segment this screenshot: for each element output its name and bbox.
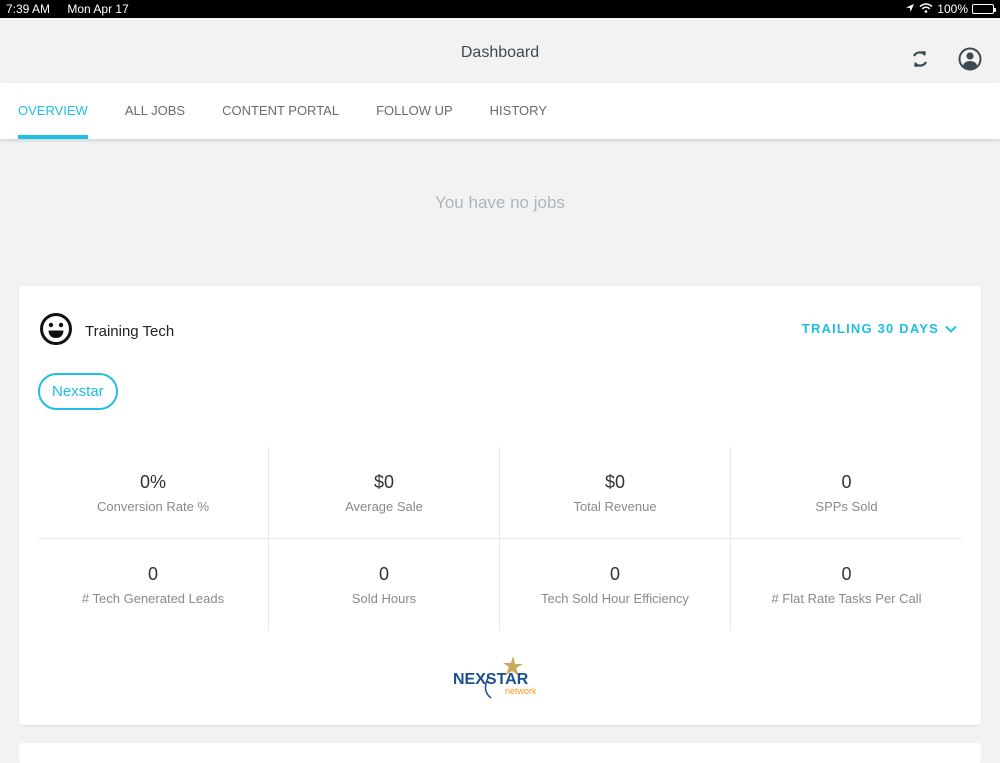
metric-label: Conversion Rate % (97, 498, 209, 514)
status-bar: 7:39 AM Mon Apr 17 100% (0, 0, 1000, 18)
metric-label: SPPs Sold (815, 498, 878, 514)
metric-label: Tech Sold Hour Efficiency (541, 591, 689, 606)
metric-total-revenue: $0 Total Revenue (500, 447, 731, 539)
period-label: TRAILING 30 DAYS (801, 321, 939, 336)
location-icon (905, 2, 915, 16)
tab-overview[interactable]: OVERVIEW (18, 83, 88, 139)
metrics-grid: 0% Conversion Rate % $0 Average Sale $0 … (38, 447, 962, 631)
nav-bar: Dashboard (0, 18, 1000, 83)
metric-value: 0 (147, 564, 158, 584)
metric-value: 0% (139, 471, 166, 492)
metric-flat-rate-tasks: 0 # Flat Rate Tasks Per Call (731, 539, 962, 631)
smiley-face-icon (39, 312, 73, 351)
metric-tech-generated-leads: 0 # Tech Generated Leads (38, 539, 269, 631)
tech-name: Training Tech (85, 323, 175, 340)
refresh-icon[interactable] (907, 46, 933, 72)
tab-bar: OVERVIEW ALL JOBS CONTENT PORTAL FOLLOW … (0, 83, 1000, 139)
metric-conversion-rate: 0% Conversion Rate % (38, 447, 269, 539)
metric-label: # Tech Generated Leads (81, 591, 225, 606)
metric-label: Sold Hours (351, 591, 417, 606)
wifi-icon (919, 2, 933, 16)
metric-value: $0 (604, 471, 626, 492)
metric-value: 0 (841, 564, 852, 584)
metric-label: # Flat Rate Tasks Per Call (771, 591, 922, 606)
tab-follow-up[interactable]: FOLLOW UP (376, 83, 453, 139)
metric-average-sale: $0 Average Sale (269, 447, 500, 539)
tech-header: Training Tech (39, 312, 174, 351)
period-dropdown[interactable]: TRAILING 30 DAYS (802, 321, 957, 336)
metric-value: 0 (378, 564, 389, 584)
status-date: Mon Apr 17 (67, 2, 129, 16)
metric-label: Average Sale (345, 498, 423, 514)
chevron-down-icon (945, 321, 957, 336)
tab-content-portal[interactable]: CONTENT PORTAL (222, 83, 339, 139)
logo-sub-text: network (505, 686, 537, 696)
metric-value: 0 (841, 471, 852, 492)
tech-performance-card: Training Tech TRAILING 30 DAYS Nexstar 0… (19, 286, 981, 725)
profile-icon[interactable] (957, 46, 983, 72)
nexstar-network-logo: NEXSTAR network (451, 654, 547, 704)
status-time: 7:39 AM (6, 2, 51, 16)
next-card (19, 743, 981, 763)
nexstar-filter-chip[interactable]: Nexstar (38, 373, 118, 410)
tab-history[interactable]: HISTORY (490, 83, 547, 139)
empty-jobs-message: You have no jobs (435, 193, 565, 212)
metric-tech-sold-hour-efficiency: 0 Tech Sold Hour Efficiency (500, 539, 731, 631)
page-title: Dashboard (460, 44, 540, 61)
metric-value: $0 (373, 471, 395, 492)
metric-value: 0 (609, 564, 620, 584)
battery-percent: 100% (937, 2, 968, 16)
tab-all-jobs[interactable]: ALL JOBS (125, 83, 185, 139)
metric-label: Total Revenue (573, 498, 657, 514)
battery-icon (972, 4, 996, 14)
metric-sold-hours: 0 Sold Hours (269, 539, 500, 631)
metric-spps-sold: 0 SPPs Sold (731, 447, 962, 539)
